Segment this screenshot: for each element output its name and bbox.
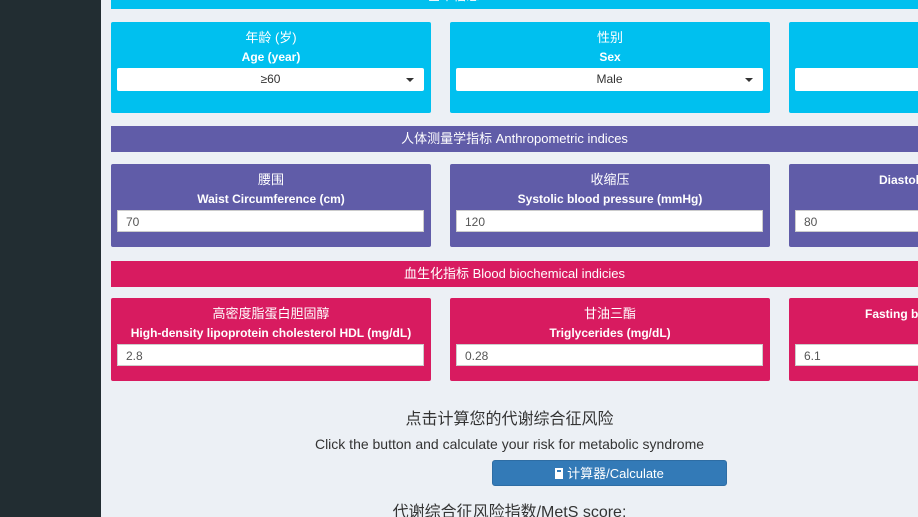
card-label-zh: 收缩压 [590,172,630,187]
card-basic-third [789,22,918,113]
card-waist: 腰围 Waist Circumference (cm) 70 [111,164,431,247]
age-select[interactable]: ≥60 [117,68,424,91]
calculate-prompt-en: Click the button and calculate your risk… [314,436,705,452]
card-label-en: High-density lipoprotein cholesterol HDL… [130,326,412,340]
card-label-zh: 高密度脂蛋白胆固醇 [212,306,330,321]
caret-down-icon [745,78,753,82]
card-label-en: Diastolic bl [879,173,918,187]
section-header-basic: 基本信息 Basic characteristics [111,0,918,9]
calculate-button-label: 计算器/Calculate [567,466,664,481]
calculate-prompt-zh: 点击计算您的代谢综合征风险 [405,411,614,428]
card-sex: 性别 Sex Male [450,22,770,113]
card-label-en: Systolic blood pressure (mmHg) [517,192,703,206]
card-hdl: 高密度脂蛋白胆固醇 High-density lipoprotein chole… [111,298,431,381]
card-diastolic: Diastolic bl 80 [789,164,918,247]
card-label-zh: 甘油三酯 [583,306,636,321]
calculate-button[interactable]: 计算器/Calculate [492,460,727,486]
age-select-value: ≥60 [260,72,281,86]
section-header-anthropometric: 人体测量学指标 Anthropometric indices [111,126,918,152]
mets-score-label: 代谢综合征风险指数/MetS score: [392,504,627,517]
sex-select-value: Male [596,72,623,86]
card-label-zh: 年龄 (岁) [245,30,297,45]
hdl-input[interactable]: 2.8 [117,344,424,366]
main-content: 基本信息 Basic characteristics 年龄 (岁) Age (y… [101,0,918,517]
calculator-icon [555,468,564,479]
card-label-en: Age (year) [241,50,301,64]
sex-select[interactable]: Male [456,68,763,91]
diastolic-input[interactable]: 80 [795,210,918,232]
card-triglycerides: 甘油三酯 Triglycerides (mg/dL) 0.28 [450,298,770,381]
basic-third-select[interactable] [795,68,918,91]
card-label-zh: 性别 [596,30,623,45]
card-label-en: Triglycerides (mg/dL) [549,326,671,340]
systolic-input[interactable]: 120 [456,210,763,232]
card-label-zh: 腰围 [257,172,284,187]
card-systolic: 收缩压 Systolic blood pressure (mmHg) 120 [450,164,770,247]
waist-input[interactable]: 70 [117,210,424,232]
triglycerides-input[interactable]: 0.28 [456,344,763,366]
caret-down-icon [406,78,414,82]
card-label-en: Fasting bl [865,307,918,321]
sidebar [0,0,101,517]
card-label-en: Sex [599,50,621,64]
card-label-en: Waist Circumference (cm) [197,192,345,206]
card-age: 年龄 (岁) Age (year) ≥60 [111,22,431,113]
section-header-biochemical: 血生化指标 Blood biochemical indicies [111,261,918,287]
fasting-glucose-input[interactable]: 6.1 [795,344,918,366]
card-fasting-glucose: Fasting bl 6.1 [789,298,918,381]
